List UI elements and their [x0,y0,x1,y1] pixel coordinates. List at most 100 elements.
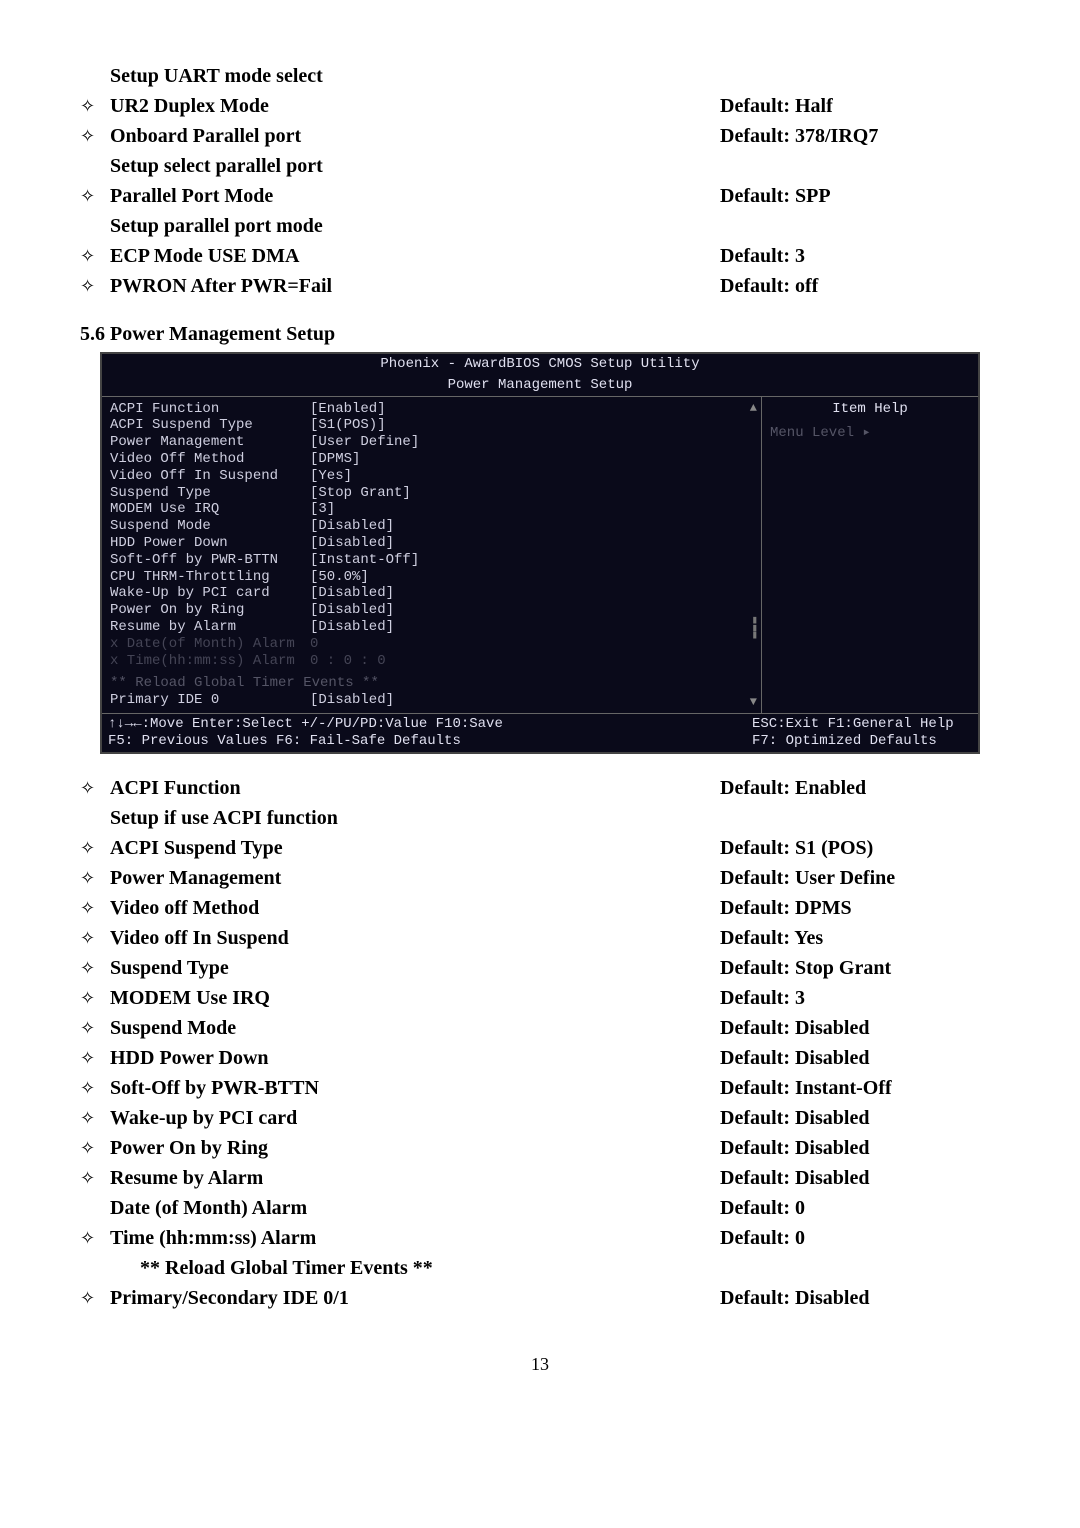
bios-row-value: [DPMS] [310,451,753,468]
bios-row-key: Resume by Alarm [110,619,310,636]
diamond-icon: ✧ [80,926,110,951]
option-label: Time (hh:mm:ss) Alarm [110,1224,720,1252]
option-label: Resume by Alarm [110,1164,720,1192]
option-row: ✧Video off In SuspendDefault: Yes [80,924,1000,952]
option-label: HDD Power Down [110,1044,720,1072]
option-default: Default: off [720,272,1000,300]
bios-row-key: ACPI Suspend Type [110,417,310,434]
diamond-icon: ✧ [80,1016,110,1041]
option-row: ✧Primary/Secondary IDE 0/1Default: Disab… [80,1284,1000,1312]
option-label: Setup parallel port mode [110,212,720,240]
option-label: Primary/Secondary IDE 0/1 [110,1284,720,1312]
option-row: ✧UR2 Duplex ModeDefault: Half [80,92,1000,120]
bios-row-value: [Disabled] [310,585,753,602]
option-label: Onboard Parallel port [110,122,720,150]
option-label: ACPI Function [110,774,720,802]
option-label: UR2 Duplex Mode [110,92,720,120]
bios-row-value: 0 [310,636,753,653]
bios-row: Video Off Method[DPMS] [110,451,753,468]
option-label: Setup select parallel port [110,152,720,180]
top-bios-option-list: Setup UART mode select✧UR2 Duplex ModeDe… [80,62,1000,300]
bios-header-line1: Phoenix - AwardBIOS CMOS Setup Utility [102,354,978,375]
option-label: Setup UART mode select [110,62,720,90]
bios-row: MODEM Use IRQ[3] [110,501,753,518]
option-row: ✧ACPI Suspend TypeDefault: S1 (POS) [80,834,1000,862]
option-row: ✧Soft-Off by PWR-BTTNDefault: Instant-Of… [80,1074,1000,1102]
option-default: Default: Stop Grant [720,954,1000,982]
bios-row-key: Suspend Type [110,485,310,502]
diamond-icon: ✧ [80,866,110,891]
option-default: Default: 3 [720,242,1000,270]
bios-footer-left-1: ↑↓→←:Move Enter:Select +/-/PU/PD:Value F… [108,716,752,733]
bios-row-last: Primary IDE 0 [Disabled] [110,692,753,709]
option-default: Default: 0 [720,1194,1000,1222]
option-default: Default: S1 (POS) [720,834,1000,862]
bios-row-value: [Disabled] [310,602,753,619]
bios-row-key: CPU THRM-Throttling [110,569,310,586]
option-label: Wake-up by PCI card [110,1104,720,1132]
bios-footer-right-2: F7: Optimized Defaults [752,733,972,750]
option-row: ✧ECP Mode USE DMADefault: 3 [80,242,1000,270]
bios-row: CPU THRM-Throttling[50.0%] [110,569,753,586]
bios-global-timer-header: ** Reload Global Timer Events ** [110,675,753,692]
option-default: Default: Disabled [720,1134,1000,1162]
diamond-icon: ✧ [80,896,110,921]
bios-row: Wake-Up by PCI card[Disabled] [110,585,753,602]
bottom-bios-option-list: ✧ACPI FunctionDefault: EnabledSetup if u… [80,774,1000,1312]
option-label: Video off Method [110,894,720,922]
diamond-icon: ✧ [80,1286,110,1311]
option-label: Video off In Suspend [110,924,720,952]
option-label: Power On by Ring [110,1134,720,1162]
bios-row-value: [50.0%] [310,569,753,586]
scrollbar-icon: ▮▮▮ [751,618,758,641]
option-row: Date (of Month) AlarmDefault: 0 [80,1194,1000,1222]
bios-screenshot: Phoenix - AwardBIOS CMOS Setup Utility P… [100,352,980,754]
diamond-icon: ✧ [80,244,110,269]
option-row: ** Reload Global Timer Events ** [80,1254,1000,1282]
option-row: ✧Wake-up by PCI cardDefault: Disabled [80,1104,1000,1132]
bios-row-key: Wake-Up by PCI card [110,585,310,602]
bios-row-key: Video Off In Suspend [110,468,310,485]
bios-row-key: ACPI Function [110,401,310,418]
option-default: Default: Yes [720,924,1000,952]
diamond-icon: ✧ [80,956,110,981]
option-label: Parallel Port Mode [110,182,720,210]
bios-row-value: [Yes] [310,468,753,485]
option-label: Suspend Type [110,954,720,982]
option-default: Default: Half [720,92,1000,120]
option-label: ** Reload Global Timer Events ** [110,1254,720,1282]
option-row: ✧Resume by AlarmDefault: Disabled [80,1164,1000,1192]
diamond-icon: ✧ [80,1136,110,1161]
bios-footer-left-2: F5: Previous Values F6: Fail-Safe Defaul… [108,733,752,750]
bios-row-key: Power On by Ring [110,602,310,619]
option-default: Default: DPMS [720,894,1000,922]
bios-row-key: Video Off Method [110,451,310,468]
option-row: ✧Parallel Port ModeDefault: SPP [80,182,1000,210]
option-default: Default: 378/IRQ7 [720,122,1000,150]
diamond-icon: ✧ [80,776,110,801]
bios-row-key: x Time(hh:mm:ss) Alarm [110,653,310,670]
option-row: ✧Suspend ModeDefault: Disabled [80,1014,1000,1042]
bios-menu-level: Menu Level ▸ [770,425,970,442]
option-default: Default: Disabled [720,1014,1000,1042]
bios-footer: ↑↓→←:Move Enter:Select +/-/PU/PD:Value F… [102,713,978,752]
page-number: 13 [80,1352,1000,1377]
option-row: ✧Power On by RingDefault: Disabled [80,1134,1000,1162]
bios-row-value: [Instant-Off] [310,552,753,569]
bios-row-key: Suspend Mode [110,518,310,535]
bios-row-key: MODEM Use IRQ [110,501,310,518]
bios-row: x Time(hh:mm:ss) Alarm 0 : 0 : 0 [110,653,753,670]
option-row: ✧PWRON After PWR=FailDefault: off [80,272,1000,300]
bios-right-pane: Item Help Menu Level ▸ [762,397,978,713]
bios-row-value: [Disabled] [310,535,753,552]
option-default: Default: Disabled [720,1044,1000,1072]
bios-row-value: [Disabled] [310,692,753,709]
option-default: Default: Disabled [720,1104,1000,1132]
option-row: Setup select parallel port [80,152,1000,180]
bios-row: Power Management[User Define] [110,434,753,451]
option-label: PWRON After PWR=Fail [110,272,720,300]
bios-row: Soft-Off by PWR-BTTN[Instant-Off] [110,552,753,569]
option-row: ✧HDD Power DownDefault: Disabled [80,1044,1000,1072]
bios-row-value: 0 : 0 : 0 [310,653,753,670]
option-row: ✧Video off MethodDefault: DPMS [80,894,1000,922]
